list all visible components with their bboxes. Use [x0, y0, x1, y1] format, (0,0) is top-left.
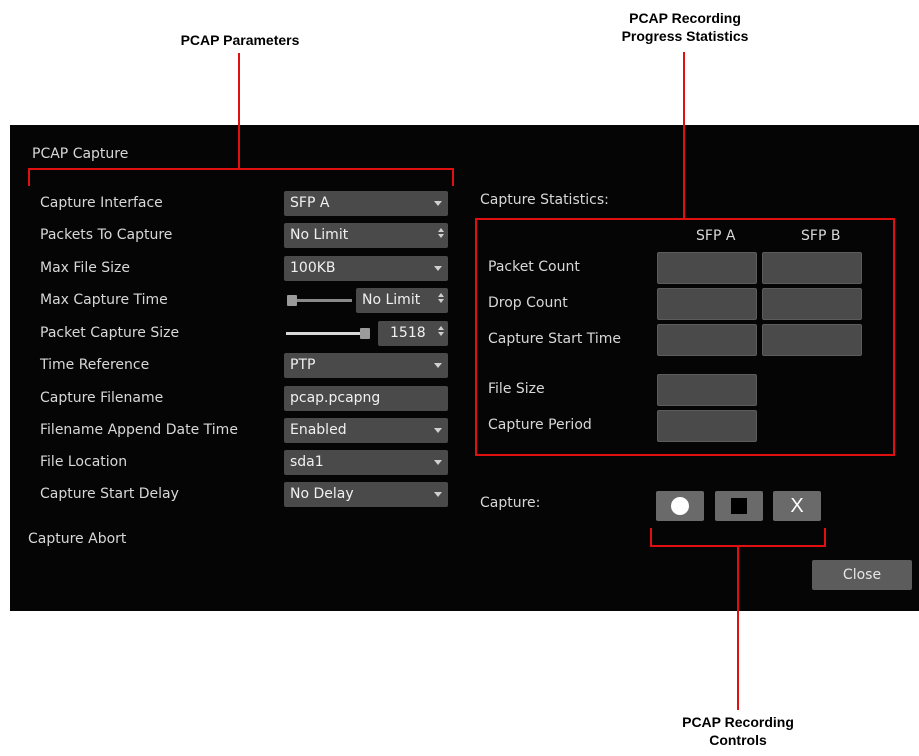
chevron-down-icon: [434, 201, 442, 206]
chevron-down-icon: [434, 460, 442, 465]
select-value: sda1: [290, 454, 324, 470]
capture-abort-label: Capture Abort: [28, 531, 127, 547]
max-capture-time-slider[interactable]: [284, 288, 354, 313]
select-value: 100KB: [290, 260, 336, 276]
abort-button[interactable]: X: [773, 491, 821, 521]
close-button[interactable]: Close: [812, 560, 912, 590]
controls-bracket-left: [650, 528, 652, 547]
param-label: Max File Size: [40, 260, 131, 276]
spinbox-value: No Limit: [362, 292, 421, 308]
packets-to-capture-spinbox[interactable]: No Limit: [284, 223, 448, 248]
capture-label: Capture:: [480, 495, 541, 511]
params-bracket-top: [28, 168, 454, 170]
slider-handle[interactable]: [287, 295, 297, 306]
param-label: Capture Filename: [40, 390, 164, 406]
param-label: Max Capture Time: [40, 292, 168, 308]
spinner-icon[interactable]: [437, 324, 445, 343]
input-value: pcap.pcapng: [290, 390, 381, 406]
select-value: No Delay: [290, 486, 354, 502]
controls-leader-line: [737, 545, 739, 710]
chevron-down-icon: [434, 266, 442, 271]
pcap-statistics-callout: PCAP Recording Progress Statistics: [585, 9, 785, 45]
chevron-down-icon: [434, 363, 442, 368]
pcap-controls-callout: PCAP Recording Controls: [638, 713, 838, 749]
param-label: Capture Start Delay: [40, 486, 179, 502]
param-label: Capture Interface: [40, 195, 163, 211]
param-label: Packet Capture Size: [40, 325, 180, 341]
param-label: File Location: [40, 454, 128, 470]
params-leader-line: [238, 53, 240, 169]
callout-line: Controls: [709, 732, 767, 748]
slider-handle[interactable]: [360, 328, 370, 339]
callout-line: PCAP Recording: [682, 714, 794, 730]
controls-bracket-right: [824, 528, 826, 547]
capture-filename-input[interactable]: pcap.pcapng: [284, 386, 448, 411]
param-label: Filename Append Date Time: [40, 422, 238, 438]
packet-capture-size-spinbox[interactable]: 1518: [378, 321, 448, 346]
capture-statistics-title: Capture Statistics:: [480, 192, 609, 208]
filename-append-date-time-select[interactable]: Enabled: [284, 418, 448, 443]
select-value: SFP A: [290, 195, 330, 211]
pcap-parameters-callout: PCAP Parameters: [180, 32, 300, 48]
time-reference-select[interactable]: PTP: [284, 353, 448, 378]
record-button[interactable]: [656, 491, 704, 521]
capture-interface-select[interactable]: SFP A: [284, 191, 448, 216]
dialog-title: PCAP Capture: [32, 146, 129, 162]
record-icon: [671, 497, 689, 515]
capture-start-delay-select[interactable]: No Delay: [284, 482, 448, 507]
file-location-select[interactable]: sda1: [284, 450, 448, 475]
callout-line: Progress Statistics: [621, 28, 749, 44]
slider-track: [286, 332, 370, 335]
stop-icon: [731, 498, 747, 514]
packet-capture-size-slider[interactable]: [284, 321, 374, 346]
param-label: Time Reference: [40, 357, 150, 373]
spinner-icon[interactable]: [437, 226, 445, 245]
select-value: Enabled: [290, 422, 347, 438]
chevron-down-icon: [434, 428, 442, 433]
abort-icon: X: [790, 495, 804, 517]
param-label: Packets To Capture: [40, 227, 173, 243]
callout-line: PCAP Recording: [629, 10, 741, 26]
statistics-leader-line: [683, 52, 685, 219]
spinbox-value: 1518: [390, 325, 426, 341]
params-bracket-left: [28, 168, 30, 186]
max-capture-time-spinbox[interactable]: No Limit: [356, 288, 448, 313]
stop-button[interactable]: [715, 491, 763, 521]
slider-track: [288, 299, 352, 302]
max-file-size-select[interactable]: 100KB: [284, 256, 448, 281]
params-bracket-right: [452, 168, 454, 186]
spinbox-value: No Limit: [290, 227, 349, 243]
chevron-down-icon: [434, 492, 442, 497]
select-value: PTP: [290, 357, 316, 373]
statistics-highlight-box: [475, 218, 895, 456]
spinner-icon[interactable]: [437, 291, 445, 310]
